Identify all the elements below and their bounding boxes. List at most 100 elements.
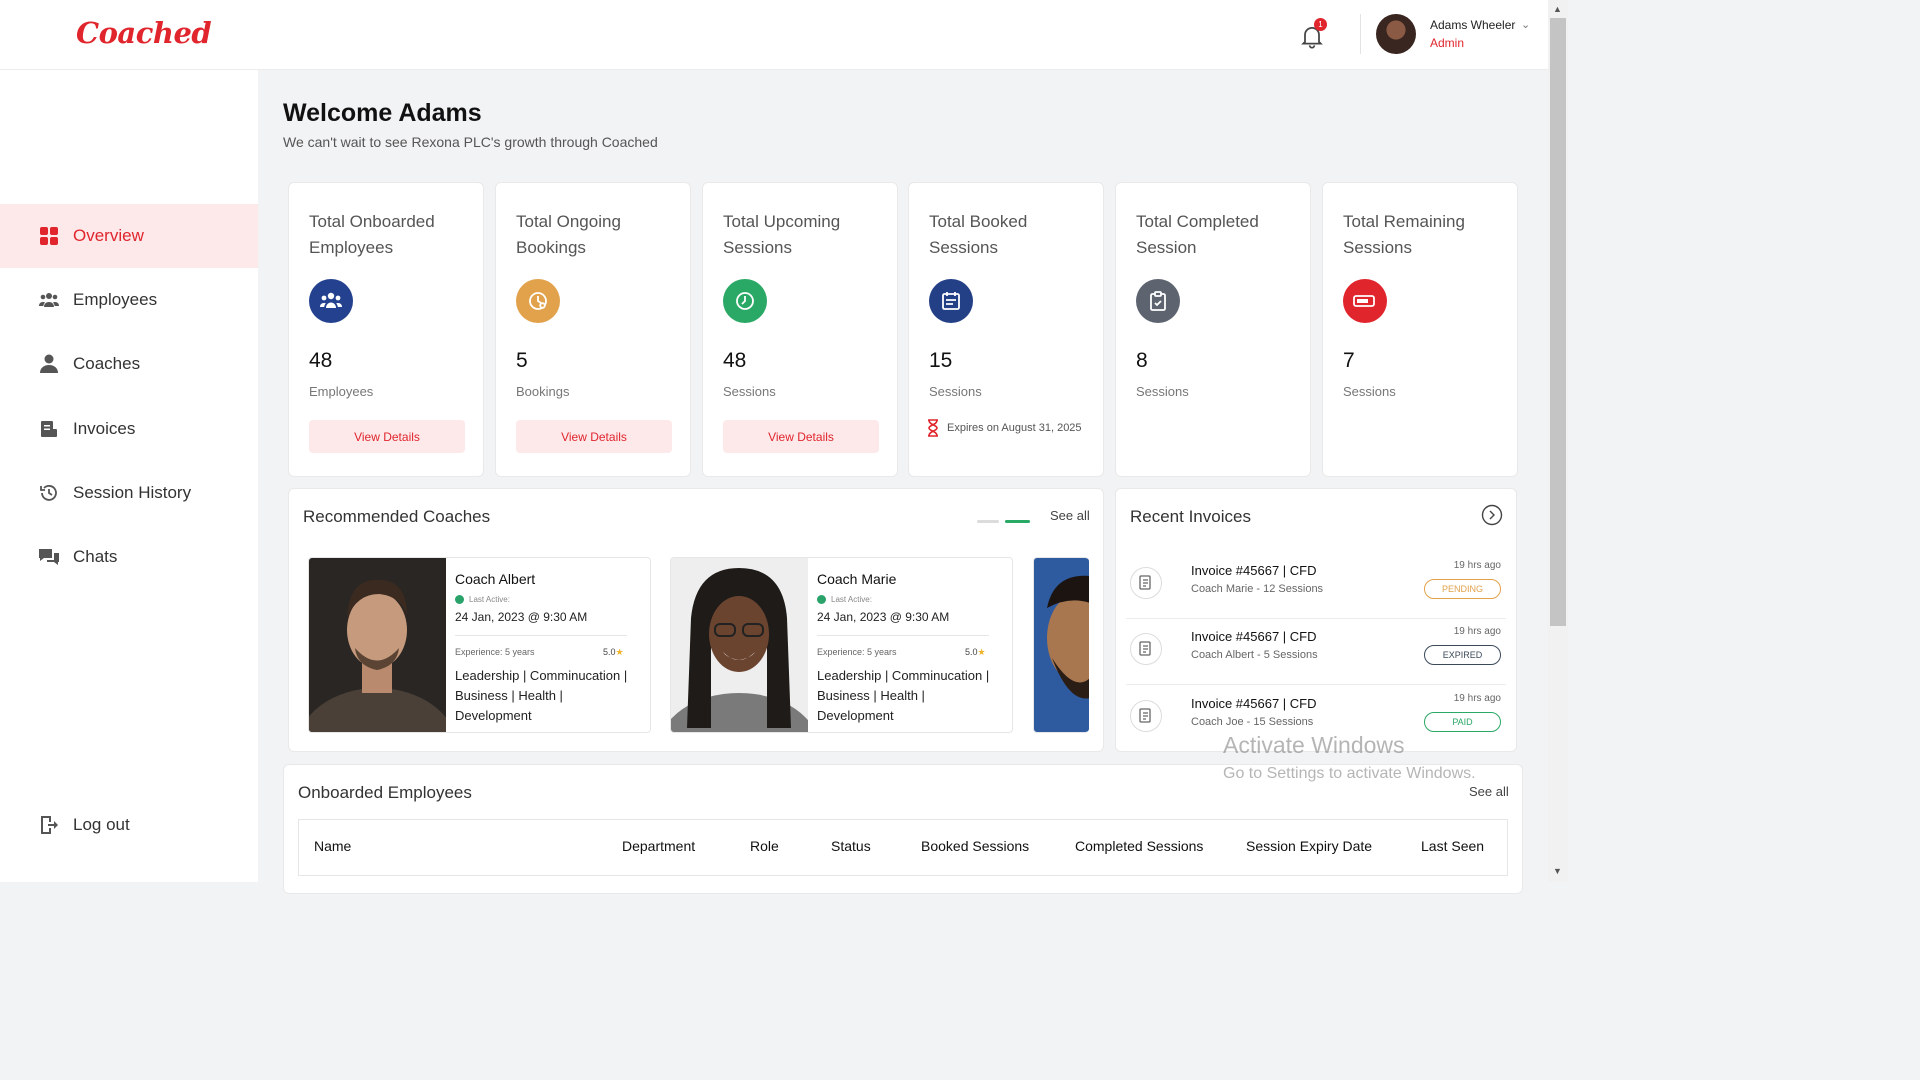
invoice-title: Invoice #45667 | CFD: [1191, 563, 1317, 578]
invoice-subtitle: Coach Joe - 15 Sessions: [1191, 716, 1314, 728]
clock-icon: [723, 279, 767, 323]
sidebar-item-label: Coaches: [73, 354, 141, 373]
page-subtitle: We can't wait to see Rexona PLC's growth…: [283, 134, 658, 150]
coach-name: Coach Marie: [817, 571, 897, 587]
coach-card-partial[interactable]: [1033, 557, 1089, 733]
sidebar-item-label: Invoices: [73, 419, 136, 438]
coach-photo: [671, 558, 808, 732]
stat-value: 48: [309, 349, 333, 372]
coach-card-marie[interactable]: Coach Marie Last Active: 24 Jan, 2023 @ …: [670, 557, 1013, 733]
user-role: Admin: [1430, 36, 1465, 50]
stat-unit: Bookings: [516, 384, 570, 399]
invoice-row[interactable]: Invoice #45667 | CFD Coach Albert - 5 Se…: [1116, 619, 1517, 685]
sidebar-item-employees[interactable]: Employees: [0, 268, 258, 332]
last-active-label: Last Active:: [469, 595, 510, 604]
sidebar-item-chats[interactable]: Chats: [0, 525, 258, 589]
stat-title: Total Onboarded Employees: [309, 212, 435, 257]
logout-icon: [38, 814, 60, 836]
stat-title: Total Completed Session: [1136, 212, 1259, 257]
column-header-name[interactable]: Name: [314, 838, 351, 854]
employees-table-header: Name Department Role Status Booked Sessi…: [298, 819, 1508, 876]
invoice-row[interactable]: Invoice #45667 | CFD Coach Marie - 12 Se…: [1116, 553, 1517, 619]
view-details-button[interactable]: View Details: [516, 420, 672, 453]
stat-card-completed-session: Total Completed Session 8 Sessions: [1115, 182, 1311, 477]
chevron-down-icon[interactable]: ⌄: [1521, 18, 1530, 31]
view-details-button[interactable]: View Details: [723, 420, 879, 453]
document-icon: [1130, 700, 1162, 732]
avatar[interactable]: [1376, 14, 1416, 54]
stat-title: Total Ongoing Bookings: [516, 212, 621, 257]
column-header-last-seen[interactable]: Last Seen: [1421, 838, 1484, 854]
invoice-title: Invoice #45667 | CFD: [1191, 629, 1317, 644]
stat-value: 5: [516, 349, 528, 372]
document-icon: [1130, 567, 1162, 599]
sidebar-item-label: Overview: [73, 226, 144, 245]
invoice-row[interactable]: Invoice #45667 | CFD Coach Joe - 15 Sess…: [1116, 686, 1517, 738]
stat-title: Total Booked Sessions: [929, 212, 1028, 257]
scrollbar-thumb[interactable]: [1550, 18, 1566, 626]
star-icon: ★: [977, 647, 986, 657]
column-header-booked-sessions[interactable]: Booked Sessions: [921, 838, 1029, 854]
logout-label: Log out: [73, 815, 130, 834]
arrow-right-icon[interactable]: [1481, 504, 1503, 526]
hourglass-icon: [928, 419, 938, 437]
sidebar-item-coaches[interactable]: Coaches: [0, 332, 258, 396]
column-header-role[interactable]: Role: [750, 838, 779, 854]
coach-tags: Leadership | Comminucation | Business | …: [817, 668, 990, 723]
coach-rating: 5.0★: [603, 647, 624, 658]
grid-icon: [38, 225, 60, 247]
stat-card-remaining-sessions: Total Remaining Sessions 7 Sessions: [1322, 182, 1518, 477]
stat-card-onboarded-employees: Total Onboarded Employees 48 Employees V…: [288, 182, 484, 477]
clock-icon: [455, 595, 464, 604]
column-header-session-expiry-date[interactable]: Session Expiry Date: [1246, 838, 1372, 854]
view-details-button[interactable]: View Details: [309, 420, 465, 453]
column-header-department[interactable]: Department: [622, 838, 695, 854]
see-all-coaches-link[interactable]: See all: [1050, 508, 1090, 523]
stat-title: Total Remaining Sessions: [1343, 212, 1465, 257]
last-active: Last Active:: [455, 595, 510, 604]
person-icon: [38, 353, 60, 375]
coach-photo: [309, 558, 446, 732]
sidebar-item-invoices[interactable]: Invoices: [0, 397, 258, 461]
last-active-label: Last Active:: [831, 595, 872, 604]
coach-photo: [1034, 558, 1089, 732]
column-header-completed-sessions[interactable]: Completed Sessions: [1075, 838, 1203, 854]
rating-value: 5.0: [603, 647, 616, 657]
coach-tags: Leadership | Comminucation | Business | …: [455, 668, 628, 723]
scroll-down-icon[interactable]: ▼: [1553, 866, 1562, 876]
stat-card-upcoming-sessions: Total Upcoming Sessions 48 Sessions View…: [702, 182, 898, 477]
sidebar-item-session-history[interactable]: Session History: [0, 461, 258, 525]
invoice-subtitle: Coach Albert - 5 Sessions: [1191, 649, 1318, 661]
stat-title: Total Upcoming Sessions: [723, 212, 841, 257]
stat-value: 7: [1343, 349, 1355, 372]
last-active: Last Active:: [817, 595, 872, 604]
stat-value: 8: [1136, 349, 1148, 372]
stat-unit: Sessions: [1343, 384, 1396, 399]
activate-windows-hint: Go to Settings to activate Windows.: [1223, 765, 1476, 782]
document-icon: [1130, 633, 1162, 665]
invoice-time: 19 hrs ago: [1453, 560, 1501, 571]
column-header-status[interactable]: Status: [831, 838, 871, 854]
see-all-employees-link[interactable]: See all: [1469, 784, 1509, 799]
recommended-coaches-title: Recommended Coaches: [303, 507, 491, 526]
invoice-icon: [38, 418, 60, 440]
invoice-subtitle: Coach Marie - 12 Sessions: [1191, 583, 1324, 595]
page-title: Welcome Adams: [283, 99, 482, 127]
scroll-up-icon[interactable]: ▲: [1553, 4, 1562, 14]
users-icon: [309, 279, 353, 323]
status-badge: EXPIRED: [1424, 645, 1501, 665]
clipboard-icon: [1136, 279, 1180, 323]
rating-value: 5.0: [965, 647, 978, 657]
divider: [455, 635, 627, 636]
user-name[interactable]: Adams Wheeler: [1430, 18, 1515, 32]
recent-invoices-title: Recent Invoices: [1130, 507, 1251, 526]
sidebar-item-overview[interactable]: Overview: [0, 204, 258, 268]
logout-button[interactable]: Log out: [0, 793, 258, 857]
coach-last-active-date: 24 Jan, 2023 @ 9:30 AM: [817, 610, 950, 624]
carousel-indicator[interactable]: [977, 513, 1030, 531]
stat-unit: Sessions: [723, 384, 776, 399]
coach-card-albert[interactable]: Coach Albert Last Active: 24 Jan, 2023 @…: [308, 557, 651, 733]
invoice-title: Invoice #45667 | CFD: [1191, 696, 1317, 711]
coached-logo[interactable]: Coached: [76, 16, 212, 50]
header-divider: [1360, 14, 1361, 54]
